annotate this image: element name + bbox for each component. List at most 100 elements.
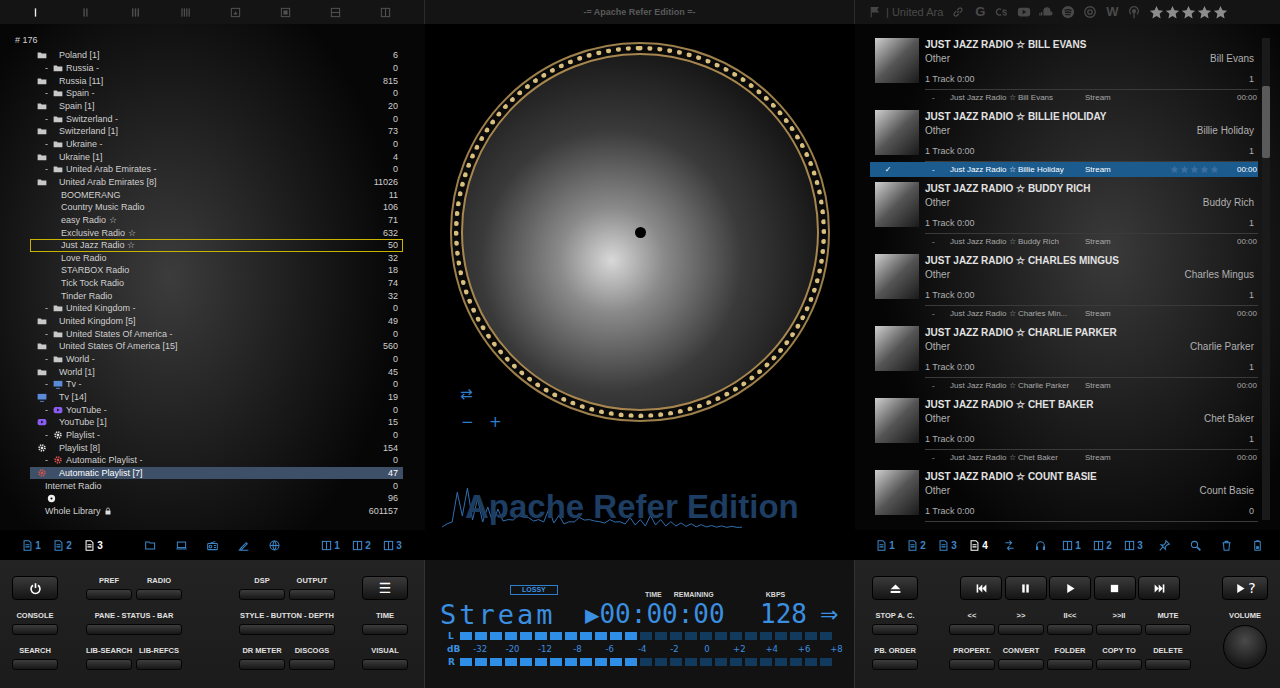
button-key[interactable]	[136, 659, 182, 670]
control-button[interactable]: PB. ORDER	[872, 646, 918, 670]
tree-row[interactable]: -YouTube -0	[30, 403, 403, 416]
tree-row[interactable]: Switzerland [1]73	[30, 125, 403, 138]
tree-row[interactable]: -Automatic Playlist -0	[30, 454, 403, 467]
control-button[interactable]: DISCOGS	[289, 646, 335, 670]
button-key[interactable]	[239, 659, 285, 670]
spotify-link[interactable]	[1061, 5, 1075, 19]
swap-button[interactable]	[994, 540, 1025, 551]
google-link[interactable]: G	[973, 5, 987, 19]
button-key[interactable]	[362, 659, 408, 670]
page-tab[interactable]: 3	[932, 540, 963, 551]
track-row[interactable]: -Just Jazz Radio ☆ Chet BakerStream00:00	[870, 450, 1258, 465]
page-tab[interactable]: 1	[16, 540, 47, 551]
tree-row[interactable]: Tick Tock Radio74	[30, 277, 403, 290]
radio-button[interactable]	[197, 540, 228, 551]
control-button[interactable]: STYLE - BUTTON - DEPTH	[239, 611, 335, 635]
group-header[interactable]: JUST JAZZ RADIO ☆ CHET BAKEROtherChet Ba…	[870, 398, 1258, 450]
trash-button[interactable]	[1211, 540, 1242, 551]
youtube-link[interactable]	[1017, 5, 1031, 19]
expander[interactable]: -	[45, 379, 53, 389]
button-key[interactable]	[12, 659, 58, 670]
play-button[interactable]: ?	[1222, 576, 1268, 600]
tree-row[interactable]: Poland [1]6	[30, 49, 403, 62]
control-button[interactable]: DR METER	[239, 646, 285, 670]
page-tab[interactable]: 2	[901, 540, 932, 551]
control-button[interactable]: DELETE	[1145, 646, 1191, 670]
group-header[interactable]: JUST JAZZ RADIO ☆ CHARLIE PARKEROtherCha…	[870, 326, 1258, 378]
button-key[interactable]	[86, 624, 182, 635]
power-button[interactable]	[12, 576, 58, 600]
layout-button[interactable]	[330, 7, 341, 18]
podcast-link[interactable]	[1127, 5, 1141, 19]
button-key[interactable]	[289, 589, 335, 600]
rating[interactable]	[1149, 5, 1228, 20]
prev-button[interactable]	[960, 576, 1002, 600]
control-button[interactable]: STOP A. C.	[872, 611, 918, 635]
zoom-out-button[interactable]: −	[461, 414, 474, 430]
button-key[interactable]	[872, 624, 918, 635]
tree-row[interactable]: -United Arab Emirates -0	[30, 163, 403, 176]
target-link[interactable]	[1083, 5, 1097, 19]
globe-button[interactable]	[259, 540, 290, 551]
tree-row[interactable]: Exclusive Radio ☆632	[30, 226, 403, 239]
tree-row[interactable]: Ukraine [1]4	[30, 150, 403, 163]
control-button[interactable]: RADIO	[136, 576, 182, 600]
button-key[interactable]	[239, 589, 285, 600]
tree-row[interactable]: Playlist [8]154	[30, 441, 403, 454]
shuffle-button[interactable]: ⇄	[460, 386, 473, 402]
track-row[interactable]: -Just Jazz Radio ☆ Buddy RichStream00:00	[870, 234, 1258, 249]
button-key[interactable]	[12, 624, 58, 635]
tree-row[interactable]: United Kingdom [5]49	[30, 315, 403, 328]
wikipedia-link[interactable]: W	[1105, 5, 1119, 19]
tree-row[interactable]: Tv [14]19	[30, 391, 403, 404]
button-key[interactable]	[949, 659, 995, 670]
menu-button[interactable]: ☰	[362, 576, 408, 600]
track-rating[interactable]	[1155, 165, 1215, 174]
expander[interactable]: -	[45, 303, 53, 313]
button-key[interactable]	[86, 589, 132, 600]
group-header[interactable]: JUST JAZZ RADIO ☆ BILLIE HOLIDAYOtherBil…	[870, 110, 1258, 162]
control-button[interactable]: DSP	[239, 576, 285, 600]
tree-row[interactable]: YouTube [1]15	[30, 416, 403, 429]
tree-row[interactable]: -Tv -0	[30, 378, 403, 391]
layout-button[interactable]	[380, 7, 391, 18]
layout-button[interactable]	[180, 7, 191, 18]
tree-row[interactable]: Russia [11]815	[30, 74, 403, 87]
control-button[interactable]: >>II	[1096, 611, 1142, 635]
control-button[interactable]: <<	[949, 611, 995, 635]
tree-row[interactable]: -Playlist -0	[30, 429, 403, 442]
volume-knob[interactable]	[1223, 625, 1267, 669]
tree-row[interactable]: 96	[30, 492, 403, 505]
view-tab[interactable]: 3	[377, 540, 408, 551]
control-button[interactable]: COPY TO	[1096, 646, 1142, 670]
layout-button[interactable]	[30, 7, 41, 18]
layout-button[interactable]	[130, 7, 141, 18]
battery-button[interactable]	[1242, 540, 1273, 551]
expander[interactable]: -	[45, 114, 53, 124]
control-button[interactable]: CONVERT	[998, 646, 1044, 670]
book-button[interactable]	[166, 540, 197, 551]
expander[interactable]: -	[45, 88, 53, 98]
tree-row[interactable]: Spain [1]20	[30, 100, 403, 113]
next-button[interactable]	[1138, 576, 1180, 600]
zoom-in-button[interactable]: +	[489, 414, 502, 430]
expander[interactable]: -	[45, 164, 53, 174]
control-button[interactable]: >>	[998, 611, 1044, 635]
tree-row[interactable]: Love Radio32	[30, 252, 403, 265]
play-button[interactable]	[1049, 576, 1091, 600]
page-tab[interactable]: 1	[870, 540, 901, 551]
tree-row[interactable]: Just Jazz Radio ☆50	[30, 239, 403, 252]
control-button[interactable]: OUTPUT	[289, 576, 335, 600]
control-button[interactable]: PROPERT.	[949, 646, 995, 670]
group-header[interactable]: JUST JAZZ RADIO ☆ BILL EVANSOtherBill Ev…	[870, 38, 1258, 90]
expander[interactable]: -	[45, 63, 53, 73]
tree-row[interactable]: United States Of America [15]560	[30, 340, 403, 353]
headphones-button[interactable]	[1025, 540, 1056, 551]
control-button[interactable]: VISUAL	[362, 646, 408, 670]
pin-button[interactable]	[1149, 540, 1180, 551]
view-tab[interactable]: 2	[1087, 540, 1118, 551]
button-key[interactable]	[1145, 624, 1191, 635]
scroll-thumb[interactable]	[1262, 86, 1270, 158]
playlist-scrollbar[interactable]	[1262, 38, 1270, 520]
layout-button[interactable]	[280, 7, 291, 18]
